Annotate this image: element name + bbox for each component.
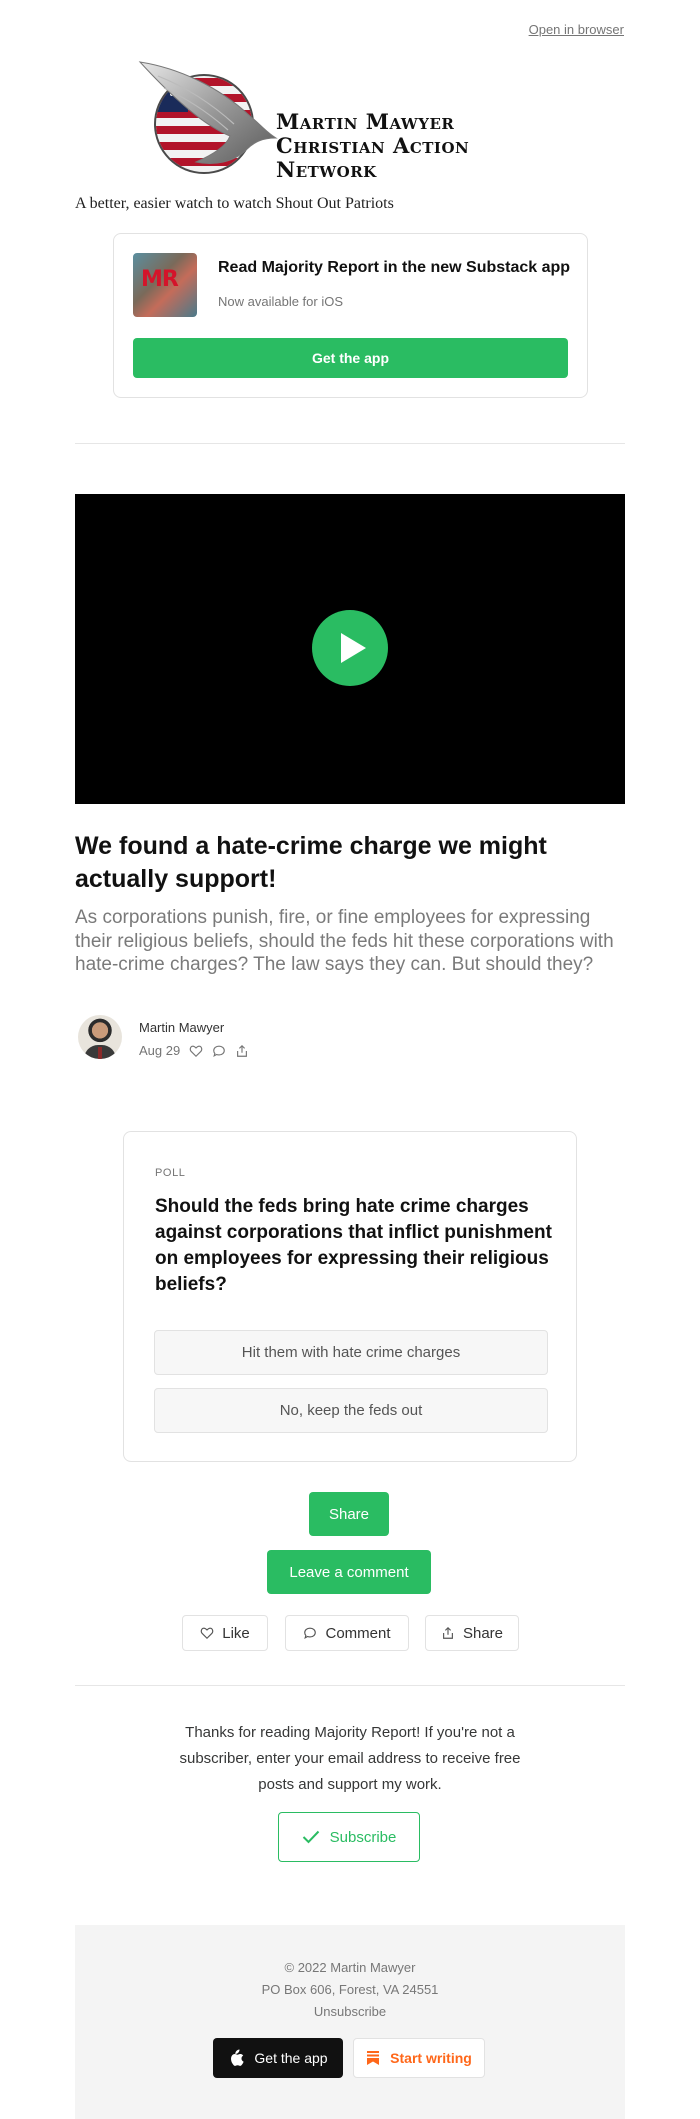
heart-icon	[200, 1627, 214, 1640]
divider	[75, 1685, 625, 1686]
unsubscribe-link[interactable]: Unsubscribe	[75, 2004, 625, 2019]
divider	[75, 443, 625, 444]
start-writing-button[interactable]: Start writing	[353, 2038, 485, 2078]
subscribe-button[interactable]: Subscribe	[278, 1812, 420, 1862]
leave-comment-button[interactable]: Leave a comment	[267, 1550, 431, 1594]
logo-text: Martin Mawyer Christian Action Network	[276, 110, 568, 182]
checkmark-icon	[302, 1830, 319, 1844]
subscribe-label: Subscribe	[329, 1828, 397, 1846]
avatar[interactable]	[78, 1015, 122, 1059]
play-button[interactable]	[312, 610, 388, 686]
post-title[interactable]: We found a hate-crime charge we might ac…	[75, 830, 625, 896]
play-icon	[341, 633, 366, 663]
eagle-flag-logo-icon	[138, 61, 278, 174]
poll-option[interactable]: Hit them with hate crime charges	[154, 1330, 548, 1375]
video-player[interactable]	[75, 494, 625, 804]
share-icon[interactable]	[235, 1044, 249, 1058]
like-button[interactable]: Like	[182, 1615, 268, 1651]
app-promo-subtitle: Now available for iOS	[218, 294, 343, 309]
publication-thumbnail: MR	[133, 253, 197, 317]
post-subtitle: As corporations punish, fire, or fine em…	[75, 907, 614, 975]
start-writing-label: Start writing	[390, 2050, 472, 2066]
heart-icon[interactable]	[189, 1044, 203, 1058]
tagline: A better, easier watch to watch Shout Ou…	[75, 195, 394, 212]
open-in-browser-link[interactable]: Open in browser	[529, 22, 624, 37]
apple-icon	[231, 2049, 245, 2066]
poll-option[interactable]: No, keep the feds out	[154, 1388, 548, 1433]
share-label: Share	[462, 1624, 504, 1642]
thanks-text: Thanks for reading Majority Report! If y…	[179, 1724, 521, 1793]
footer: © 2022 Martin Mawyer PO Box 606, Forest,…	[75, 1925, 625, 2119]
comment-label: Comment	[325, 1624, 391, 1642]
comment-icon[interactable]	[212, 1044, 226, 1058]
get-the-app-button[interactable]: Get the app	[133, 338, 568, 378]
share-button-secondary[interactable]: Share	[425, 1615, 519, 1651]
share-button[interactable]: Share	[309, 1492, 389, 1536]
app-promo-card: MR Read Majority Report in the new Subst…	[113, 233, 588, 398]
poll-question: Should the feds bring hate crime charges…	[155, 1196, 552, 1295]
byline: Martin Mawyer Aug 29	[75, 1015, 625, 1063]
footer-get-app-button[interactable]: Get the app	[213, 2038, 343, 2078]
app-promo-title: Read Majority Report in the new Substack…	[218, 259, 571, 276]
comment-button[interactable]: Comment	[285, 1615, 409, 1651]
comment-icon	[304, 1627, 317, 1639]
substack-logo-icon	[367, 2051, 380, 2065]
post-meta: Aug 29	[139, 1043, 249, 1058]
author-name[interactable]: Martin Mawyer	[139, 1020, 224, 1035]
like-label: Like	[222, 1624, 250, 1642]
footer-get-app-label: Get the app	[254, 2050, 328, 2066]
footer-address: PO Box 606, Forest, VA 24551	[261, 1982, 439, 1997]
logo-line-1: Martin Mawyer	[276, 109, 455, 134]
logo: Martin Mawyer Christian Action Network	[138, 58, 568, 182]
logo-line-2: Christian Action Network	[276, 133, 470, 182]
footer-copyright: © 2022 Martin Mawyer	[284, 1960, 416, 1975]
post-date: Aug 29	[139, 1043, 181, 1058]
thumbnail-text: MR	[141, 267, 179, 292]
share-icon	[443, 1626, 453, 1639]
poll-card: POLL Should the feds bring hate crime ch…	[123, 1131, 577, 1462]
poll-label: POLL	[155, 1167, 186, 1179]
